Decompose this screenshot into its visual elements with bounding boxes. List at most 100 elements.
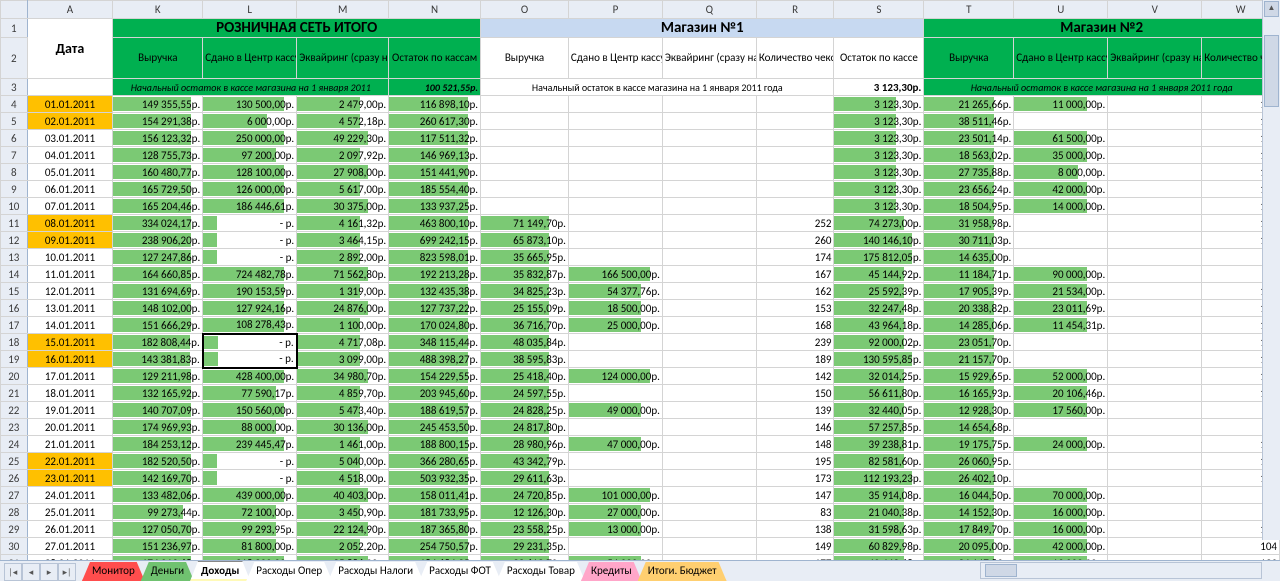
data-cell[interactable]: 1 461,00р.: [297, 436, 389, 453]
data-cell[interactable]: [662, 215, 756, 232]
row-header[interactable]: 4: [1, 96, 28, 113]
data-cell[interactable]: 151 666,29р.: [113, 317, 203, 334]
data-cell[interactable]: [662, 538, 756, 555]
row-header[interactable]: 25: [1, 453, 28, 470]
data-cell[interactable]: 30 136,00р.: [297, 419, 389, 436]
date-cell[interactable]: 10.01.2011: [27, 249, 113, 266]
data-cell[interactable]: 3 123,30р.: [834, 198, 924, 215]
data-cell[interactable]: 92 000,02р.: [834, 334, 924, 351]
data-cell[interactable]: [756, 164, 834, 181]
row-header[interactable]: 10: [1, 198, 28, 215]
data-cell[interactable]: 43 964,18р.: [834, 317, 924, 334]
data-cell[interactable]: 25 418,40р.: [481, 368, 569, 385]
data-cell[interactable]: [568, 385, 662, 402]
data-cell[interactable]: 4 717,08р.: [297, 334, 389, 351]
data-cell[interactable]: 32 440,05р.: [834, 402, 924, 419]
data-cell[interactable]: 117 511,32р.: [389, 130, 481, 147]
data-cell[interactable]: 16 165,93р.: [924, 385, 1014, 402]
data-cell[interactable]: 250 000,00р.: [203, 130, 297, 147]
row-header[interactable]: 8: [1, 164, 28, 181]
data-cell[interactable]: [662, 334, 756, 351]
data-cell[interactable]: 334 024,17р.: [113, 215, 203, 232]
data-cell[interactable]: 81 800,00р.: [203, 538, 297, 555]
data-cell[interactable]: 162: [756, 283, 834, 300]
data-cell[interactable]: 203 945,60р.: [389, 385, 481, 402]
data-cell[interactable]: 5 040,00р.: [297, 453, 389, 470]
data-cell[interactable]: [1014, 453, 1108, 470]
data-cell[interactable]: 23 656,24р.: [924, 181, 1014, 198]
data-cell[interactable]: [662, 113, 756, 130]
data-cell[interactable]: 488 398,27р.: [389, 351, 481, 368]
row-header[interactable]: 30: [1, 538, 28, 555]
data-cell[interactable]: 35 832,87р.: [481, 266, 569, 283]
data-cell[interactable]: 181 733,95р.: [389, 504, 481, 521]
data-cell[interactable]: 23 558,25р.: [481, 521, 569, 538]
data-cell[interactable]: 36 716,70р.: [481, 317, 569, 334]
tab-nav-last-icon[interactable]: ▸|: [58, 563, 76, 581]
data-cell[interactable]: [1108, 283, 1202, 300]
data-cell[interactable]: 190 153,59р.: [203, 283, 297, 300]
data-cell[interactable]: 186 446,61р.: [203, 198, 297, 215]
data-cell[interactable]: 428 400,00р.: [203, 368, 297, 385]
data-cell[interactable]: 2 479,00р.: [297, 96, 389, 113]
sheet-tab[interactable]: Расходы Опер: [246, 562, 332, 581]
data-cell[interactable]: 174: [756, 249, 834, 266]
horizontal-scrollbar[interactable]: [980, 562, 1262, 579]
data-cell[interactable]: [568, 351, 662, 368]
data-cell[interactable]: [1108, 453, 1202, 470]
data-cell[interactable]: 124 000,00р.: [568, 368, 662, 385]
scroll-up-icon[interactable]: ▲: [1264, 1, 1279, 17]
data-cell[interactable]: 143 381,83р.: [113, 351, 203, 368]
data-cell[interactable]: 1 319,00р.: [297, 283, 389, 300]
row-header[interactable]: 9: [1, 181, 28, 198]
data-cell[interactable]: 72 100,00р.: [203, 504, 297, 521]
date-cell[interactable]: 05.01.2011: [27, 164, 113, 181]
sheet-tab[interactable]: Монитор: [82, 562, 145, 581]
data-cell[interactable]: 6 000,00р.: [203, 113, 297, 130]
date-cell[interactable]: 04.01.2011: [27, 147, 113, 164]
data-cell[interactable]: 25 000,00р.: [568, 317, 662, 334]
data-cell[interactable]: [1108, 538, 1202, 555]
data-cell[interactable]: [662, 300, 756, 317]
data-cell[interactable]: 29 231,35р.: [481, 538, 569, 555]
data-cell[interactable]: [568, 113, 662, 130]
data-cell[interactable]: 127 247,86р.: [113, 249, 203, 266]
data-cell[interactable]: [1014, 113, 1108, 130]
data-cell[interactable]: 14 635,00р.: [924, 249, 1014, 266]
row-header[interactable]: 1: [1, 19, 28, 38]
data-cell[interactable]: [1108, 504, 1202, 521]
data-cell[interactable]: 146 969,13р.: [389, 147, 481, 164]
data-cell[interactable]: 166 500,00р.: [568, 266, 662, 283]
data-cell[interactable]: 15 929,65р.: [924, 368, 1014, 385]
data-cell[interactable]: 27 908,00р.: [297, 164, 389, 181]
date-cell[interactable]: 07.01.2011: [27, 198, 113, 215]
vertical-scrollbar[interactable]: ▲: [1262, 0, 1280, 540]
data-cell[interactable]: [1108, 300, 1202, 317]
data-cell[interactable]: 348 115,44р.: [389, 334, 481, 351]
data-cell[interactable]: 16 044,50р.: [924, 487, 1014, 504]
data-cell[interactable]: [1108, 232, 1202, 249]
data-cell[interactable]: 160 480,77р.: [113, 164, 203, 181]
row-header[interactable]: 2: [1, 38, 28, 79]
data-cell[interactable]: [1108, 249, 1202, 266]
data-cell[interactable]: [1108, 419, 1202, 436]
data-cell[interactable]: [1108, 487, 1202, 504]
data-cell[interactable]: 13 000,00р.: [568, 521, 662, 538]
data-cell[interactable]: 151 441,90р.: [389, 164, 481, 181]
data-cell[interactable]: 192 213,28р.: [389, 266, 481, 283]
data-cell[interactable]: 254 750,57р.: [389, 538, 481, 555]
data-cell[interactable]: 112 193,23р.: [834, 470, 924, 487]
data-cell[interactable]: [1108, 130, 1202, 147]
data-cell[interactable]: [568, 334, 662, 351]
data-cell[interactable]: [662, 368, 756, 385]
data-cell[interactable]: 20 106,46р.: [1014, 385, 1108, 402]
data-cell[interactable]: 14 285,06р.: [924, 317, 1014, 334]
data-cell[interactable]: 88 000,00р.: [203, 419, 297, 436]
row-header[interactable]: 16: [1, 300, 28, 317]
data-cell[interactable]: 195: [756, 453, 834, 470]
data-cell[interactable]: 34 980,70р.: [297, 368, 389, 385]
data-cell[interactable]: 126 000,00р.: [203, 181, 297, 198]
data-cell[interactable]: [662, 147, 756, 164]
data-cell[interactable]: [1108, 266, 1202, 283]
data-cell[interactable]: 49 000,00р.: [568, 402, 662, 419]
